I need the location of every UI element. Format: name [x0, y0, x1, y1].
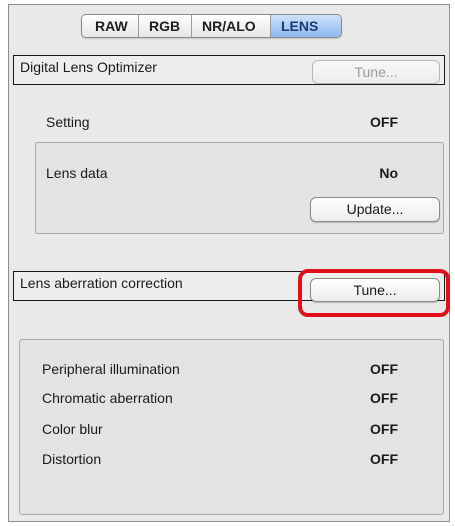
highlight-frame: [298, 269, 450, 317]
distortion-value: OFF: [370, 451, 398, 467]
color-blur-label: Color blur: [42, 421, 103, 437]
tab-nr-alo[interactable]: NR/ALO: [192, 15, 271, 37]
tab-raw[interactable]: RAW: [82, 15, 139, 37]
chromatic-aberration-value: OFF: [370, 390, 398, 406]
setting-value: OFF: [370, 114, 398, 130]
peripheral-illumination-label: Peripheral illumination: [42, 361, 180, 377]
chromatic-aberration-label: Chromatic aberration: [42, 390, 173, 406]
color-blur-value: OFF: [370, 421, 398, 437]
dlo-title: Digital Lens Optimizer: [20, 59, 157, 75]
tab-lens[interactable]: LENS: [271, 15, 341, 37]
peripheral-illumination-value: OFF: [370, 361, 398, 377]
dlo-tune-button[interactable]: Tune...: [312, 60, 440, 84]
lens-data-value: No: [379, 165, 398, 181]
distortion-label: Distortion: [42, 451, 102, 467]
tab-bar: RAW RGB NR/ALO LENS: [81, 14, 342, 38]
aberration-title: Lens aberration correction: [20, 275, 183, 291]
tab-rgb[interactable]: RGB: [139, 15, 192, 37]
update-button[interactable]: Update...: [310, 197, 440, 222]
setting-label: Setting: [46, 114, 90, 130]
lens-data-label: Lens data: [46, 165, 108, 181]
